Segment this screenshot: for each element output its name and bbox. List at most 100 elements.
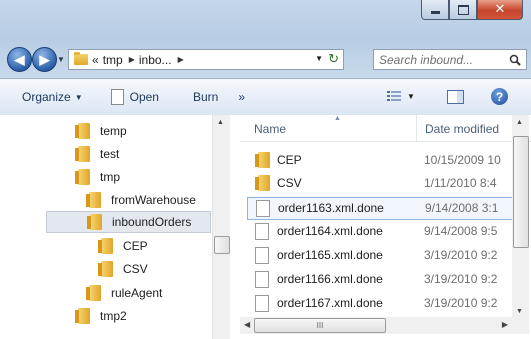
- document-icon: [255, 295, 269, 312]
- tree-item-temp[interactable]: temp: [75, 120, 127, 142]
- scroll-grip: III: [316, 321, 324, 330]
- tree-item-csv[interactable]: CSV: [98, 258, 148, 280]
- folder-icon: [74, 52, 88, 65]
- tree-item-label: test: [100, 147, 120, 161]
- folder-icon: [255, 152, 270, 168]
- document-icon: [256, 200, 270, 217]
- minimize-button[interactable]: [421, 0, 449, 20]
- open-button[interactable]: Open: [110, 79, 159, 115]
- recent-pages-dropdown-icon[interactable]: ▼: [57, 55, 65, 64]
- tree-item-label: temp: [100, 124, 127, 138]
- file-date: 9/14/2008 3:1: [425, 201, 499, 215]
- navigation-pane-scrollbar[interactable]: ▲: [212, 115, 230, 339]
- chevron-down-icon: ▼: [74, 92, 83, 102]
- scroll-down-icon[interactable]: ▼: [516, 308, 523, 315]
- document-icon: [255, 247, 269, 264]
- sort-ascending-icon: ▲: [334, 115, 341, 122]
- file-list-vertical-scrollbar[interactable]: ▲ ▼: [512, 115, 529, 317]
- refresh-icon[interactable]: ↻: [328, 51, 339, 67]
- tree-item-inboundorders[interactable]: inboundOrders: [46, 211, 211, 233]
- tree-item-ruleagent[interactable]: ruleAgent: [86, 282, 162, 304]
- maximize-button[interactable]: [449, 0, 477, 20]
- breadcrumb-separator-icon[interactable]: ▶: [129, 55, 135, 64]
- file-date: 1/11/2010 8:4: [424, 176, 497, 190]
- forward-button[interactable]: ▶: [32, 47, 57, 72]
- folder-icon: [86, 285, 101, 301]
- minimize-icon: [430, 11, 440, 14]
- scrollbar-thumb[interactable]: [513, 136, 529, 248]
- help-icon[interactable]: ?: [491, 88, 508, 105]
- document-icon: [110, 89, 124, 105]
- tree-item-tmp[interactable]: tmp: [75, 166, 120, 188]
- tree-item-test[interactable]: test: [75, 143, 119, 165]
- file-list-horizontal-scrollbar[interactable]: ◀ III ▶: [240, 317, 512, 334]
- folder-icon: [255, 175, 270, 191]
- file-name: CSV: [277, 176, 302, 190]
- tree-item-label: fromWarehouse: [111, 193, 196, 207]
- scroll-left-icon[interactable]: ◀: [244, 320, 250, 329]
- file-row-order1163[interactable]: order1163.xml.done 9/14/2008 3:1: [247, 197, 515, 220]
- tree-item-label: ruleAgent: [111, 286, 163, 300]
- folder-icon: [75, 123, 90, 139]
- breadcrumb-inboundorders[interactable]: inbo...: [139, 53, 172, 67]
- document-icon: [255, 223, 269, 240]
- burn-button[interactable]: Burn: [193, 79, 218, 115]
- address-bar[interactable]: « tmp ▶ inbo... ▶ ▼ ↻: [68, 49, 344, 70]
- file-date: 9/14/2008 9:5: [424, 224, 498, 238]
- back-arrow-icon: ◀: [14, 51, 25, 67]
- tree-item-tmp2[interactable]: tmp2: [75, 305, 127, 327]
- file-list-pane: ▲ Name Date modified CEP 10/15/2009 10 C…: [240, 115, 531, 339]
- scrollbar-thumb[interactable]: III: [254, 318, 386, 333]
- window-controls: ✕: [421, 0, 523, 20]
- search-placeholder[interactable]: Search inbound...: [379, 53, 508, 67]
- file-row-order1166[interactable]: order1166.xml.done 3/19/2010 9:2: [247, 269, 513, 290]
- folder-icon: [98, 261, 113, 277]
- forward-arrow-icon: ▶: [39, 51, 50, 67]
- tree-item-label: CEP: [123, 239, 148, 253]
- breadcrumb-separator-icon[interactable]: ▶: [178, 55, 184, 64]
- scroll-up-icon[interactable]: ▲: [516, 119, 523, 126]
- change-view-button[interactable]: ▼: [387, 90, 415, 102]
- column-divider[interactable]: [416, 115, 417, 141]
- tree-item-cep[interactable]: CEP: [98, 235, 148, 257]
- open-label: Open: [129, 90, 159, 104]
- view-list-icon: [387, 91, 401, 101]
- search-icon[interactable]: [508, 53, 522, 67]
- column-header-row: ▲ Name Date modified: [240, 115, 531, 142]
- file-row-csv[interactable]: CSV 1/11/2010 8:4: [247, 173, 513, 194]
- folder-icon: [86, 192, 101, 208]
- file-row-cep[interactable]: CEP 10/15/2009 10: [247, 150, 513, 171]
- explorer-window: ✕ ◀ ▶ ▼ « tmp ▶ inbo... ▶ ▼ ↻ Search inb…: [0, 0, 531, 339]
- column-header-date-modified[interactable]: Date modified: [425, 122, 499, 136]
- folder-icon: [87, 214, 102, 230]
- search-input[interactable]: Search inbound...: [373, 49, 527, 70]
- size-grip: [512, 317, 529, 334]
- maximize-icon: [457, 4, 469, 15]
- back-button[interactable]: ◀: [7, 47, 32, 72]
- file-name: order1163.xml.done: [278, 201, 384, 215]
- column-header-name[interactable]: Name: [254, 122, 286, 136]
- tree-item-fromwarehouse[interactable]: fromWarehouse: [86, 189, 196, 211]
- address-dropdown-icon[interactable]: ▼: [315, 54, 323, 63]
- file-name: order1165.xml.done: [277, 248, 383, 262]
- file-row-order1165[interactable]: order1165.xml.done 3/19/2010 9:2: [247, 245, 513, 266]
- scroll-right-icon[interactable]: ▶: [502, 320, 508, 329]
- file-name: order1164.xml.done: [277, 224, 383, 238]
- file-name: order1167.xml.done: [277, 296, 383, 310]
- more-commands-button[interactable]: »: [238, 79, 245, 115]
- file-row-order1164[interactable]: order1164.xml.done 9/14/2008 9:5: [247, 221, 513, 242]
- file-name: CEP: [277, 153, 302, 167]
- organize-button[interactable]: Organize ▼: [22, 79, 83, 115]
- navigation-pane: temp test tmp fromWarehouse inboundOrder…: [0, 115, 240, 339]
- breadcrumb-tmp[interactable]: tmp: [103, 53, 123, 67]
- tree-item-label: CSV: [123, 262, 148, 276]
- preview-pane-icon[interactable]: [447, 90, 464, 104]
- file-row-order1167[interactable]: order1167.xml.done 3/19/2010 9:2: [247, 293, 513, 314]
- file-date: 3/19/2010 9:2: [424, 248, 498, 262]
- breadcrumb-overflow[interactable]: «: [92, 53, 99, 67]
- scrollbar-thumb[interactable]: [214, 236, 230, 254]
- folder-icon: [98, 238, 113, 254]
- close-button[interactable]: ✕: [477, 0, 523, 20]
- close-icon: ✕: [494, 2, 506, 17]
- scroll-up-icon[interactable]: ▲: [217, 119, 224, 126]
